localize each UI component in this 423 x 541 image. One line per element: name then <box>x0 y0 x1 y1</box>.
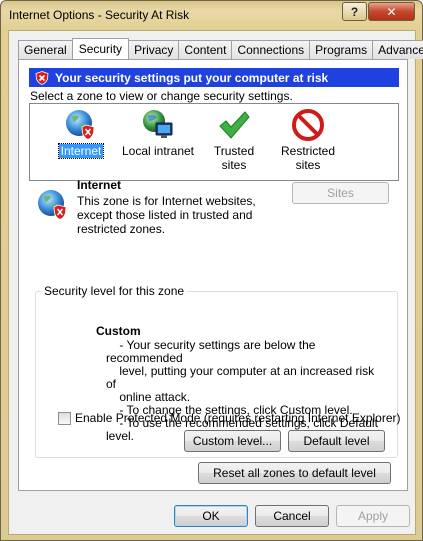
protected-mode-label: Enable Protected Mode (requires restarti… <box>75 411 401 425</box>
tab-advanced[interactable]: Advanced <box>372 40 423 59</box>
apply-button[interactable]: Apply <box>336 505 410 527</box>
window-title: Internet Options - Security At Risk <box>9 8 190 22</box>
tab-strip: General Security Privacy Content Connect… <box>18 38 423 59</box>
security-level-name: Custom <box>96 324 141 338</box>
protected-mode-checkbox[interactable] <box>58 411 71 425</box>
zone-local-intranet-label: Local intranet <box>121 144 195 158</box>
default-level-button[interactable]: Default level <box>288 430 385 452</box>
globe-computer-icon <box>143 110 173 138</box>
zone-info-name: Internet <box>77 178 122 192</box>
internet-options-window: Internet Options - Security At Risk ? ✕ … <box>0 0 423 541</box>
help-button[interactable]: ? <box>342 2 367 21</box>
level-description-line: - Your security settings are below the r… <box>106 338 319 365</box>
tab-content[interactable]: Content <box>178 40 233 59</box>
tab-privacy[interactable]: Privacy <box>128 40 180 59</box>
zone-restricted-sites-label: Restricted sites <box>280 144 336 172</box>
select-zone-instruction: Select a zone to view or change security… <box>30 89 293 103</box>
dialog-client: General Security Privacy Content Connect… <box>8 30 423 535</box>
protected-mode-row[interactable]: Enable Protected Mode (requires restarti… <box>58 411 401 425</box>
tab-programs[interactable]: Programs <box>309 40 374 59</box>
zone-trusted-sites[interactable]: Trusted sites <box>198 108 270 172</box>
zone-internet-label: Internet <box>57 143 105 159</box>
zone-trusted-sites-label: Trusted sites <box>213 144 255 172</box>
ok-button[interactable]: OK <box>174 505 248 527</box>
cancel-button[interactable]: Cancel <box>255 505 329 527</box>
globe-shield-icon <box>38 190 67 220</box>
title-bar[interactable]: Internet Options - Security At Risk ? ✕ <box>1 1 422 29</box>
globe-shield-icon <box>66 110 95 140</box>
reset-all-zones-button[interactable]: Reset all zones to default level <box>198 462 391 484</box>
zone-info-description: This zone is for Internet websites, exce… <box>77 194 256 236</box>
custom-level-button[interactable]: Custom level... <box>184 430 281 452</box>
security-level-group: Security level for this zone Custom - Yo… <box>35 284 401 458</box>
green-check-icon <box>219 111 250 139</box>
tab-security[interactable]: Security <box>71 38 130 59</box>
security-level-description: - Your security settings are below the r… <box>106 339 381 443</box>
tab-connections[interactable]: Connections <box>231 40 311 59</box>
zone-local-intranet[interactable]: Local intranet <box>118 108 198 158</box>
shield-warning-icon <box>35 70 49 85</box>
level-description-line: level, putting your computer at an incre… <box>106 364 378 391</box>
security-level-group-title: Security level for this zone <box>41 284 188 298</box>
zone-internet[interactable]: Internet <box>50 108 112 159</box>
security-panel: Your security settings put your computer… <box>18 59 408 491</box>
close-button[interactable]: ✕ <box>368 2 415 21</box>
red-no-entry-icon <box>292 109 324 141</box>
sites-button[interactable]: Sites <box>292 182 389 204</box>
security-risk-banner: Your security settings put your computer… <box>29 68 399 87</box>
security-risk-text: Your security settings put your computer… <box>55 70 329 85</box>
tab-general[interactable]: General <box>18 40 73 59</box>
close-icon: ✕ <box>386 4 397 19</box>
zone-list: Internet Local intranet Trusted sites Re… <box>29 103 399 181</box>
zone-restricted-sites[interactable]: Restricted sites <box>276 108 340 172</box>
